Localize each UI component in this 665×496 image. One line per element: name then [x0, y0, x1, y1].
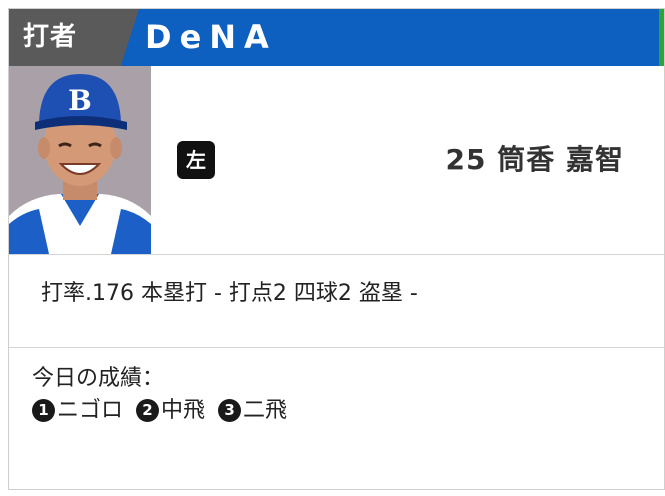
batter-label: 打者	[9, 9, 139, 66]
at-bat-text-1: ニゴロ	[57, 398, 124, 423]
svg-text:B: B	[68, 84, 92, 117]
today-results: 1 ニゴロ 2 中飛 3 二飛	[32, 392, 293, 424]
at-bat-number-2: 2	[136, 399, 160, 422]
stats-row: 打率.176 本塁打 - 打点2 四球2 盗塁 -	[9, 255, 664, 348]
team-name: DeNA	[145, 18, 277, 56]
player-row: B 左 25 筒香 嘉智	[9, 66, 664, 255]
at-bat-number-1: 1	[32, 399, 55, 422]
season-stats: 打率.176 本塁打 - 打点2 四球2 盗塁 -	[41, 281, 418, 306]
at-bat-result-3: 3 二飛	[218, 398, 287, 423]
at-bat-result-1: 1 ニゴロ	[32, 398, 123, 423]
at-bat-text-3: 二飛	[243, 398, 288, 423]
at-bat-text-2: 中飛	[161, 398, 206, 423]
header-edge-accent	[659, 9, 664, 66]
player-photo: B	[9, 66, 151, 254]
player-number-name: 25 筒香 嘉智	[445, 143, 624, 176]
batter-header: 打者 DeNA	[9, 9, 664, 66]
today-results-label: 今日の成績：	[32, 366, 165, 391]
batting-hand-badge: 左	[177, 141, 215, 179]
at-bat-result-2: 2 中飛	[136, 398, 205, 423]
at-bat-number-3: 3	[218, 399, 242, 422]
